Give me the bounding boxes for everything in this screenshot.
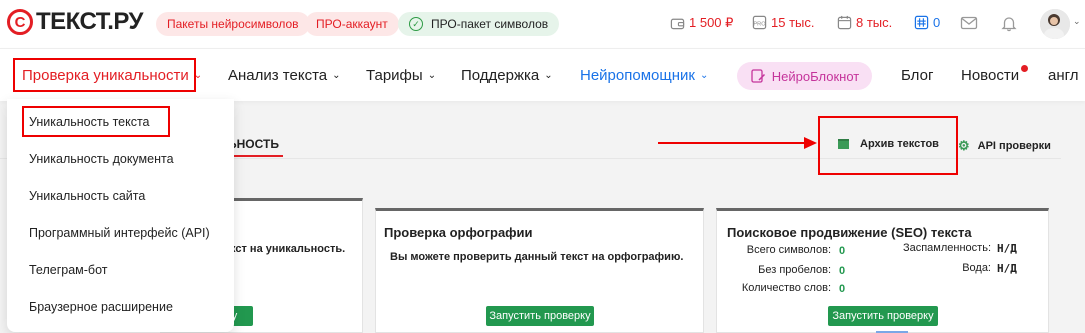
uniqueness-card-text: кст на уникальность. — [230, 243, 346, 255]
menu-item-site-uniqueness[interactable]: Уникальность сайта — [29, 189, 145, 203]
seo-start-button[interactable]: Запустить проверку — [828, 306, 938, 326]
pro-symbols-stat[interactable]: PRO 15 тыс. — [752, 15, 814, 30]
seo-no-spaces-value: 0 — [839, 265, 846, 277]
nav-check-uniqueness[interactable]: Проверка уникальности ⌄ — [22, 67, 202, 84]
chevron-down-icon: ⌄ — [332, 70, 341, 81]
spelling-card-text: Вы можете проверить данный текст на орфо… — [390, 251, 684, 263]
days-symbols-value: 8 тыс. — [856, 15, 893, 30]
menu-item-browser-extension[interactable]: Браузерное расширение — [29, 300, 173, 314]
nav-support-label: Поддержка — [461, 67, 540, 84]
nav-news-label: Новости — [961, 67, 1020, 84]
gear-icon: ⚙ — [958, 138, 970, 153]
seo-word-count-label: Количество слов: — [741, 282, 831, 294]
nav-check-uniqueness-label: Проверка уникальности — [22, 67, 189, 84]
menu-item-text-uniqueness[interactable]: Уникальность текста — [29, 115, 150, 129]
nav-neuro-helper-label: Нейропомощник — [580, 67, 695, 84]
seo-spam-label: Заспамленность: — [902, 242, 991, 254]
menu-item-document-uniqueness[interactable]: Уникальность документа — [29, 152, 174, 166]
hash-stat[interactable]: 0 — [914, 15, 940, 30]
check-icon: ✓ — [409, 17, 423, 31]
spelling-start-button[interactable]: Запустить проверку — [486, 306, 594, 326]
avatar-chevron-icon[interactable]: ⌄ — [1073, 16, 1081, 27]
chevron-down-icon: ⌄ — [699, 70, 709, 81]
nav-english-label: англ — [1048, 67, 1079, 84]
spelling-card-title: Проверка орфографии — [384, 225, 533, 240]
notebook-pen-icon — [751, 69, 765, 83]
chevron-down-icon: ⌄ — [544, 70, 553, 81]
archive-texts-label: Архив текстов — [860, 138, 939, 150]
nav-neuro-helper[interactable]: Нейропомощник ⌄ — [580, 67, 708, 84]
chevron-down-icon: ⌄ — [193, 70, 203, 81]
wallet-icon — [670, 18, 685, 29]
tab-active-underline — [228, 155, 283, 157]
archive-texts-link[interactable]: Архив текстов — [838, 138, 939, 150]
svg-text:PRO: PRO — [753, 21, 766, 27]
main-nav: Проверка уникальности ⌄ Анализ текста ⌄ Та… — [0, 48, 1085, 101]
pro-symbols-label: ПРО-пакет символов — [431, 17, 549, 31]
seo-water-value: Н/Д — [997, 262, 1017, 275]
balance-value: 1 500 ₽ — [689, 15, 734, 30]
nav-tariffs[interactable]: Тарифы ⌄ — [366, 67, 436, 84]
seo-spam-value: Н/Д — [997, 242, 1017, 255]
nav-blog[interactable]: Блог — [901, 67, 933, 84]
nav-blog-label: Блог — [901, 67, 934, 84]
hash-value: 0 — [933, 15, 941, 30]
top-bar: С ТЕКСТ.РУ Пакеты нейросимволов ПРО-акка… — [0, 0, 1085, 48]
user-avatar[interactable] — [1040, 9, 1070, 39]
menu-item-telegram-bot[interactable]: Телеграм-бот — [29, 263, 108, 277]
calendar-icon — [837, 15, 852, 30]
seo-no-spaces-label: Без пробелов: — [758, 264, 831, 276]
menu-item-api[interactable]: Программный интерфейс (API) — [29, 226, 210, 240]
hash-icon — [914, 15, 929, 30]
site-logo[interactable]: С ТЕКСТ.РУ — [7, 8, 143, 36]
seo-total-chars-label: Всего символов: — [746, 244, 831, 256]
annotation-arrow-icon — [658, 137, 817, 149]
seo-card: Поисковое продвижение (SEO) текста Всего… — [716, 208, 1049, 333]
seo-water-label: Вода: — [962, 262, 991, 274]
news-notification-dot — [1021, 65, 1028, 72]
logo-text: ТЕКСТ.РУ — [36, 8, 143, 35]
nav-news[interactable]: Новости — [961, 67, 1019, 84]
nav-neuro-notebook[interactable]: НейроБлокнот — [737, 62, 872, 90]
uniqueness-dropdown-menu: Уникальность текста Уникальность докумен… — [7, 99, 234, 332]
nav-neuro-notebook-label: НейроБлокнот — [771, 68, 860, 84]
mail-icon[interactable] — [960, 14, 978, 32]
nav-text-analysis-label: Анализ текста — [228, 67, 328, 84]
archive-box-icon — [838, 139, 849, 149]
pro-doc-icon: PRO — [752, 15, 766, 30]
seo-card-title: Поисковое продвижение (SEO) текста — [727, 225, 972, 240]
pro-account-pill[interactable]: ПРО-аккаунт — [305, 12, 399, 36]
nav-text-analysis[interactable]: Анализ текста ⌄ — [228, 67, 341, 84]
api-check-label: API проверки — [977, 140, 1051, 152]
chevron-down-icon: ⌄ — [427, 70, 437, 81]
nav-tariffs-label: Тарифы — [366, 67, 423, 84]
pro-symbols-value: 15 тыс. — [771, 15, 815, 30]
neuro-packages-pill[interactable]: Пакеты нейросимволов — [156, 12, 310, 36]
pro-symbols-pill[interactable]: ✓ ПРО-пакет символов — [398, 12, 560, 36]
avatar-image — [1040, 9, 1070, 39]
logo-mark: С — [7, 9, 33, 35]
api-check-link[interactable]: ⚙ API проверки — [958, 138, 1051, 154]
seo-total-chars-value: 0 — [839, 245, 846, 257]
balance-stat[interactable]: 1 500 ₽ — [670, 15, 733, 31]
spelling-card: Проверка орфографии Вы можете проверить … — [375, 208, 704, 333]
nav-support[interactable]: Поддержка ⌄ — [461, 67, 553, 84]
days-symbols-stat[interactable]: 8 тыс. — [837, 15, 892, 30]
seo-word-count-value: 0 — [839, 283, 846, 295]
nav-english[interactable]: англ — [1048, 67, 1079, 84]
tab-uniqueness[interactable]: ЬНОСТЬ — [228, 137, 279, 151]
bell-icon[interactable] — [1000, 14, 1018, 32]
